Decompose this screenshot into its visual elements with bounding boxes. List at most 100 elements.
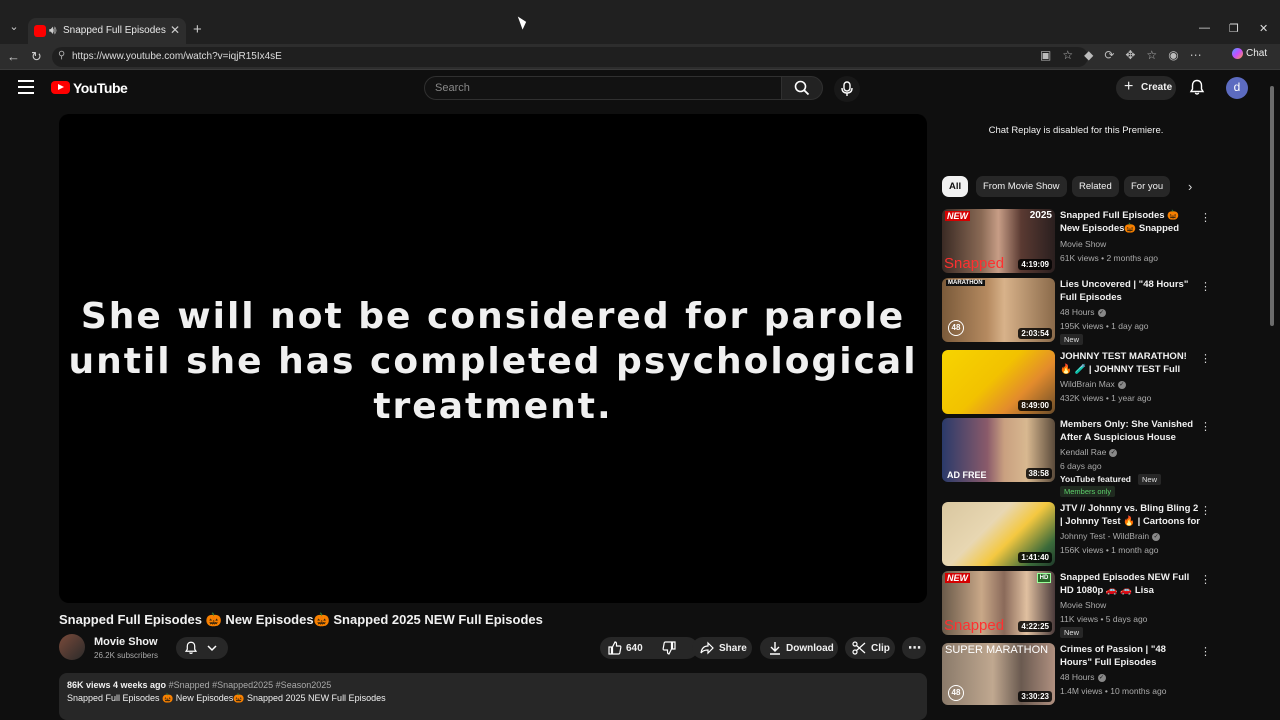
featured-label: YouTube featured <box>1060 474 1131 484</box>
rec-title[interactable]: Snapped Full Episodes 🎃 New Episodes🎃 Sn… <box>1060 209 1200 235</box>
site-info-icon[interactable]: ⚲ <box>58 50 65 61</box>
more-vertical-icon[interactable]: ⋮ <box>1200 211 1211 224</box>
description-text: Snapped Full Episodes 🎃 New Episodes🎃 Sn… <box>67 693 386 703</box>
extension-icons[interactable]: ▣☆◆⟳✥☆◉⋯ <box>1040 48 1213 62</box>
back-arrow-icon[interactable]: ← <box>7 49 20 64</box>
scrollbar-thumb[interactable] <box>1270 86 1274 326</box>
rec-channel[interactable]: Johnny Test - WildBrain ✓ <box>1060 531 1161 541</box>
more-vertical-icon[interactable]: ⋮ <box>1200 504 1211 517</box>
rec-title[interactable]: JOHNNY TEST MARATHON! 🔥 🧪 | JOHNNY TEST … <box>1060 350 1200 376</box>
dislike-thumb-icon[interactable] <box>662 641 676 655</box>
rec-channel[interactable]: 48 Hours ✓ <box>1060 307 1106 317</box>
more-vertical-icon[interactable]: ⋮ <box>1200 420 1211 433</box>
duration: 1:41:40 <box>1018 552 1052 563</box>
bell-icon <box>184 641 198 654</box>
channel-avatar[interactable] <box>59 634 85 660</box>
youtube-header: YouTube + Create d <box>0 70 1270 106</box>
subscriber-count: 26.2K subscribers <box>94 651 159 660</box>
chip-from-movie-show[interactable]: From Movie Show <box>976 176 1067 197</box>
marathon-label: MARATHON <box>946 280 985 286</box>
chip-all[interactable]: All <box>942 176 969 197</box>
more-vertical-icon[interactable]: ⋮ <box>1200 645 1211 658</box>
create-button[interactable]: + Create <box>1116 76 1176 100</box>
verified-icon: ✓ <box>1097 673 1106 682</box>
video-thumbnail[interactable]: NEW HD Snapped 4:22:25 <box>942 571 1055 635</box>
rec-title[interactable]: Crimes of Passion | "48 Hours" Full Epis… <box>1060 643 1200 669</box>
rec-title[interactable]: JTV // Johnny vs. Bling Bling 2 | Johnny… <box>1060 502 1200 528</box>
new-tab-button[interactable]: + <box>193 21 202 38</box>
rec-channel[interactable]: WildBrain Max ✓ <box>1060 379 1126 389</box>
duration: 8:49:00 <box>1018 400 1052 411</box>
video-player[interactable]: She will not be considered for parole un… <box>59 114 927 603</box>
duration: 38:58 <box>1025 468 1052 479</box>
share-button[interactable]: Share <box>692 637 752 659</box>
video-thumbnail[interactable]: MARATHON 48 2:03:54 <box>942 278 1055 342</box>
chip-related[interactable]: Related <box>1072 176 1119 197</box>
video-thumbnail[interactable]: 1:41:40 <box>942 502 1055 566</box>
chevron-right-icon[interactable]: › <box>1188 179 1192 194</box>
create-label: Create <box>1141 82 1173 93</box>
voice-search-button[interactable] <box>834 76 860 102</box>
verified-icon: ✓ <box>1097 308 1106 317</box>
rec-title[interactable]: Snapped Episodes NEW Full HD 1080p 🚗 🚗 L… <box>1060 571 1200 597</box>
video-thumbnail[interactable]: SUPER MARATHON 48 3:30:23 <box>942 643 1055 705</box>
rec-channel-name: Kendall Rae <box>1060 447 1107 457</box>
more-vertical-icon[interactable]: ⋮ <box>1200 352 1211 365</box>
youtube-favicon-icon <box>34 25 46 37</box>
rec-title[interactable]: Lies Uncovered | "48 Hours" Full Episode… <box>1060 278 1200 304</box>
like-thumb-icon[interactable] <box>608 641 622 655</box>
notifications-bell-icon[interactable] <box>1189 79 1205 96</box>
search-box <box>424 76 782 100</box>
rec-channel[interactable]: Movie Show <box>1060 600 1106 610</box>
rec-channel[interactable]: Movie Show <box>1060 239 1106 249</box>
address-bar[interactable]: ⚲ https://www.youtube.com/watch?v=iqjR15… <box>52 47 1088 67</box>
rec-stats: 61K views • 2 months ago <box>1060 253 1158 263</box>
copilot-chat-button[interactable]: Chat <box>1232 48 1267 59</box>
super-marathon-label: SUPER MARATHON <box>945 644 1049 656</box>
rec-title[interactable]: Members Only: She Vanished After A Suspi… <box>1060 418 1200 444</box>
like-count[interactable]: 640 <box>626 643 643 654</box>
maximize-icon[interactable]: ❐ <box>1229 22 1239 35</box>
hashtags[interactable]: #Snapped #Snapped2025 #Season2025 <box>169 680 332 690</box>
views-meta: 86K views 4 weeks ago <box>67 680 167 690</box>
rec-channel[interactable]: Kendall Rae ✓ <box>1060 447 1118 457</box>
download-icon <box>770 642 780 655</box>
chat-label: Chat <box>1246 48 1268 60</box>
new-badge: New <box>1060 334 1084 345</box>
rec-stats: 432K views • 1 year ago <box>1060 393 1152 403</box>
more-vertical-icon[interactable]: ⋮ <box>1200 280 1211 293</box>
new-badge: New <box>1060 627 1084 638</box>
search-input[interactable] <box>435 80 765 96</box>
tab-search-chevron-icon[interactable]: ⌄ <box>6 20 22 38</box>
rec-channel[interactable]: 48 Hours ✓ <box>1060 672 1106 682</box>
minimize-icon[interactable]: — <box>1199 22 1210 34</box>
description-box[interactable]: 86K views 4 weeks ago #Snapped #Snapped2… <box>59 673 927 720</box>
chip-for-you[interactable]: For you <box>1124 176 1171 197</box>
browser-tab-active[interactable]: 🔊︎ Snapped Full Episodes 🎃 New ✕ <box>28 18 186 44</box>
video-caption-text: She will not be considered for parole un… <box>68 296 918 427</box>
new-badge: New <box>1138 474 1162 485</box>
menu-icon[interactable] <box>18 80 34 94</box>
channel-name[interactable]: Movie Show <box>94 636 158 648</box>
rec-stats: 11K views • 5 days ago <box>1060 614 1148 624</box>
close-window-icon[interactable]: ✕ <box>1259 22 1268 35</box>
chat-replay-notice: Chat Replay is disabled for this Premier… <box>988 125 1164 136</box>
tab-close-icon[interactable]: ✕ <box>170 23 180 37</box>
video-thumbnail[interactable]: AD FREE 38:58 <box>942 418 1055 482</box>
like-dislike-group: 640 <box>600 637 698 659</box>
subscription-notifications-button[interactable] <box>176 637 228 659</box>
refresh-icon[interactable]: ↻ <box>31 49 42 65</box>
clip-button[interactable]: Clip <box>845 637 895 659</box>
speaker-icon[interactable]: 🔊︎ <box>49 23 57 38</box>
download-button[interactable]: Download <box>760 637 838 659</box>
clip-label: Clip <box>871 643 890 654</box>
video-thumbnail[interactable]: 8:49:00 <box>942 350 1055 414</box>
cbs-48-logo: 48 <box>948 320 964 336</box>
verified-icon: ✓ <box>1117 380 1126 389</box>
video-thumbnail[interactable]: NEW 2025 Snapped 4:19:09 <box>942 209 1055 273</box>
page-scrollbar[interactable] <box>1268 72 1276 712</box>
user-avatar[interactable]: d <box>1226 77 1248 99</box>
more-actions-button[interactable]: ⋯ <box>902 637 926 659</box>
more-vertical-icon[interactable]: ⋮ <box>1200 573 1211 586</box>
search-button[interactable] <box>781 76 823 100</box>
